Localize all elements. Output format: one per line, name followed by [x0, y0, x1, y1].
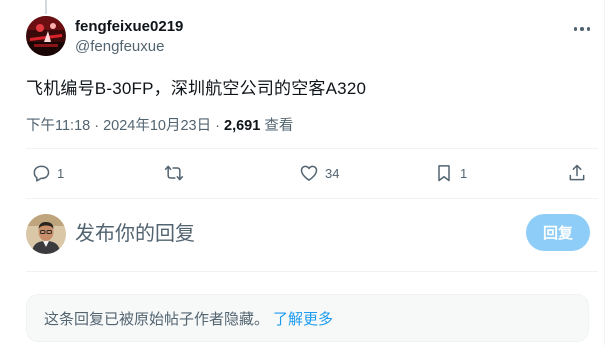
more-icon[interactable] [568, 18, 596, 40]
like-button[interactable]: 34 [299, 161, 339, 185]
reply-input[interactable] [75, 219, 495, 249]
retweet-button[interactable] [164, 161, 190, 185]
reply-count: 1 [57, 165, 65, 181]
thread-connector-line [45, 0, 47, 14]
share-icon [569, 164, 585, 181]
bookmark-count: 1 [460, 165, 468, 181]
divider-top [26, 148, 598, 149]
views-count: 2,691 [224, 118, 261, 134]
hidden-reply-notice: 这条回复已被原始帖子作者隐藏。 了解更多 [26, 294, 589, 342]
tweet-metadata: 下午11:18 · 2024年10月23日 · 2,691 查看 [26, 114, 293, 135]
reply-button[interactable]: 1 [31, 161, 64, 185]
hidden-reply-notice-text: 这条回复已被原始帖子作者隐藏。 [44, 310, 270, 328]
learn-more-link[interactable]: 了解更多 [273, 308, 333, 329]
column-border [604, 0, 605, 345]
divider-middle [26, 198, 598, 199]
views-label: 查看 [260, 118, 294, 134]
current-user-avatar[interactable] [26, 214, 66, 254]
author-handle[interactable]: @fengfeuxue [75, 38, 164, 55]
retweet-icon [164, 165, 184, 181]
tweet-text: 飞机编号B-30FP，深圳航空公司的空客A320 [26, 79, 367, 98]
bookmark-icon [438, 165, 450, 182]
reply-submit-button[interactable]: 回复 [526, 214, 590, 251]
reply-icon [33, 165, 50, 182]
tweet-timestamp[interactable]: 下午11:18 · 2024年10月23日 · [26, 118, 224, 134]
bookmark-button[interactable]: 1 [434, 161, 467, 185]
share-button[interactable] [567, 161, 587, 185]
divider-bottom [26, 271, 598, 272]
author-display-name[interactable]: fengfeixue0219 [75, 18, 183, 35]
author-avatar[interactable] [26, 16, 66, 56]
like-count: 34 [325, 165, 340, 181]
like-icon [300, 165, 318, 181]
